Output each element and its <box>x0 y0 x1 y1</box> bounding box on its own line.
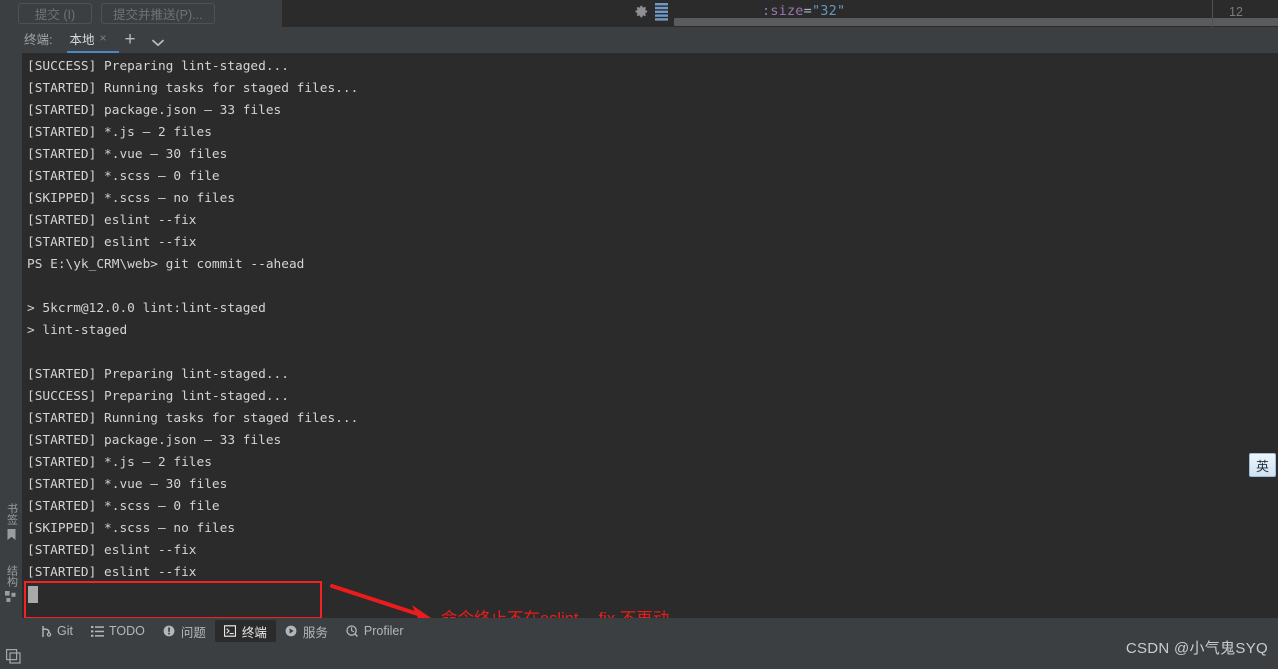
sidebar-item-label: 结构 <box>5 565 18 587</box>
status-item-label: Git <box>57 624 73 638</box>
terminal-line: [SUCCESS] Preparing lint-staged... <box>27 59 289 74</box>
warning-icon <box>163 625 176 638</box>
watermark: CSDN @小气鬼SYQ <box>1125 640 1268 657</box>
terminal-line: > 5kcrm@12.0.0 lint:lint-staged <box>27 301 266 316</box>
editor-sliver: :size="32" <box>282 0 1278 27</box>
terminal-tab-label: 本地 <box>69 32 95 47</box>
terminal-icon <box>224 625 237 638</box>
editor-horizontal-scrollbar[interactable] <box>674 18 1278 26</box>
status-item-git[interactable]: Git <box>30 620 82 642</box>
terminal-line: [STARTED] *.vue — 30 files <box>27 477 228 492</box>
status-item-label: Profiler <box>363 624 404 638</box>
toolbar-divider <box>1212 0 1213 27</box>
status-item-label: 服务 <box>302 625 328 640</box>
sidebar-item-structure[interactable]: 结构 <box>0 565 22 608</box>
terminal-line: [STARTED] eslint --fix <box>27 543 197 558</box>
git-branch-icon <box>39 625 52 638</box>
terminal-line: [SKIPPED] *.scss — no files <box>27 521 236 536</box>
sidebar-item-label: 书签 <box>5 503 18 525</box>
terminal-tab-local[interactable]: 本地 × <box>65 27 120 53</box>
terminal-line: [SUCCESS] Preparing lint-staged... <box>27 389 289 404</box>
terminal-line: [STARTED] *.js — 2 files <box>27 125 212 140</box>
terminal-line: [STARTED] Preparing lint-staged... <box>27 367 289 382</box>
terminal-line: [STARTED] Running tasks for staged files… <box>27 411 359 426</box>
terminal-tab-bar-inner: 终端: 本地 × + <box>0 27 171 53</box>
editor-count-label: 12 <box>1229 5 1243 19</box>
terminal-line: [STARTED] *.scss — 0 file <box>27 169 220 184</box>
terminal-line: [STARTED] *.scss — 0 file <box>27 499 220 514</box>
status-item-terminal[interactable]: 终端 <box>214 620 276 642</box>
code-equals: = <box>803 3 812 19</box>
terminal-cursor <box>28 586 38 603</box>
terminal-line: [SKIPPED] *.scss — no files <box>27 191 236 206</box>
status-item-label: TODO <box>108 624 145 638</box>
code-snippet: :size="32" <box>762 3 845 19</box>
ime-indicator[interactable]: 英 <box>1249 453 1276 477</box>
status-item-todo[interactable]: TODO <box>82 620 154 642</box>
list-icon <box>90 625 104 638</box>
new-terminal-button[interactable]: + <box>113 30 145 53</box>
status-bar: Git TODO 问题 终端 服务 Profiler <box>0 618 1278 644</box>
bookmark-icon <box>6 528 17 546</box>
terminal-line: [STARTED] eslint --fix <box>27 235 197 250</box>
status-item-label: 问题 <box>180 625 206 640</box>
windows-layers-icon[interactable] <box>6 649 21 664</box>
sidebar-item-bookmarks[interactable]: 书签 <box>0 503 22 546</box>
terminal-line-prompt: PS E:\yk_CRM\web> git commit --ahead <box>27 257 305 272</box>
status-item-services[interactable]: 服务 <box>276 620 337 642</box>
terminal-line: > lint-staged <box>27 323 128 338</box>
terminal-line: [STARTED] Running tasks for staged files… <box>27 81 359 96</box>
gear-icon[interactable] <box>634 4 649 19</box>
terminal-line: [STARTED] *.js — 2 files <box>27 455 212 470</box>
commit-button[interactable]: 提交 (I) <box>18 3 92 24</box>
structure-icon <box>5 590 17 608</box>
terminal-line: [STARTED] package.json — 33 files <box>27 103 282 118</box>
commit-button-group: 提交 (I) 提交并推送(P)... <box>0 3 215 24</box>
left-tool-rail: 书签 结构 <box>0 53 22 636</box>
status-item-problems[interactable]: 问题 <box>154 620 215 642</box>
close-icon[interactable]: × <box>100 31 107 49</box>
code-value: "32" <box>811 3 846 19</box>
commit-and-push-button[interactable]: 提交并推送(P)... <box>101 3 215 24</box>
terminal-output[interactable]: [SUCCESS] Preparing lint-staged... [STAR… <box>22 53 1278 618</box>
terminal-line: [STARTED] package.json — 33 files <box>27 433 282 448</box>
chevron-down-icon[interactable] <box>145 38 171 53</box>
profiler-icon <box>346 625 359 638</box>
terminal-line: [STARTED] eslint --fix <box>27 213 197 228</box>
terminal-line: [STARTED] *.vue — 30 files <box>27 147 228 162</box>
terminal-tab-bar: 终端: 本地 × + <box>0 27 1278 54</box>
status-item-label: 终端 <box>241 625 267 640</box>
annotation-highlight-box <box>24 581 322 619</box>
play-circle-icon <box>285 625 298 638</box>
terminal-tool-label: 终端: <box>24 33 53 47</box>
lines-icon[interactable] <box>654 2 670 23</box>
status-item-profiler[interactable]: Profiler <box>337 620 413 642</box>
code-attr: :size <box>762 3 804 19</box>
bottom-strip <box>0 644 1278 669</box>
